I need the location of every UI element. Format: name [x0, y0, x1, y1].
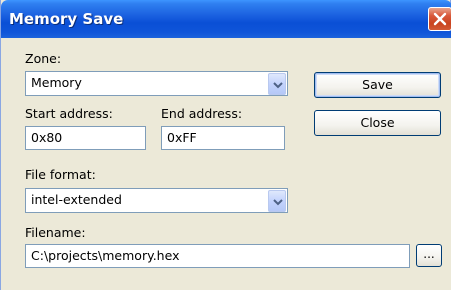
file-format-selected-value: intel-extended	[31, 192, 122, 207]
filename-field[interactable]: C:\projects\memory.hex	[25, 244, 410, 268]
end-address-field[interactable]: 0xFF	[161, 126, 285, 150]
zone-dropdown-button[interactable]	[268, 73, 286, 95]
zone-label: Zone:	[25, 51, 62, 66]
chevron-down-icon	[273, 199, 283, 206]
memory-save-dialog: Memory Save Zone: Memory Start address: …	[0, 0, 451, 290]
window-close-button[interactable]	[428, 7, 451, 31]
dialog-body: Zone: Memory Start address: 0x80 End add…	[1, 38, 451, 290]
file-format-dropdown-button[interactable]	[268, 190, 286, 212]
end-address-label: End address:	[161, 106, 243, 121]
save-button[interactable]: Save	[314, 72, 441, 98]
file-format-select[interactable]: intel-extended	[25, 188, 288, 213]
end-address-value: 0xFF	[167, 130, 197, 145]
window-title: Memory Save	[9, 10, 124, 28]
filename-label: Filename:	[25, 225, 86, 240]
close-button[interactable]: Close	[314, 110, 441, 136]
filename-value: C:\projects\memory.hex	[31, 248, 180, 263]
browse-button[interactable]: ...	[416, 244, 442, 267]
start-address-value: 0x80	[31, 130, 63, 145]
file-format-label: File format:	[25, 167, 96, 182]
start-address-field[interactable]: 0x80	[25, 126, 146, 150]
close-icon	[433, 12, 447, 26]
chevron-down-icon	[273, 82, 283, 89]
start-address-label: Start address:	[25, 106, 113, 121]
title-bar[interactable]: Memory Save	[1, 0, 451, 38]
zone-selected-value: Memory	[31, 75, 82, 90]
zone-select[interactable]: Memory	[25, 71, 288, 96]
